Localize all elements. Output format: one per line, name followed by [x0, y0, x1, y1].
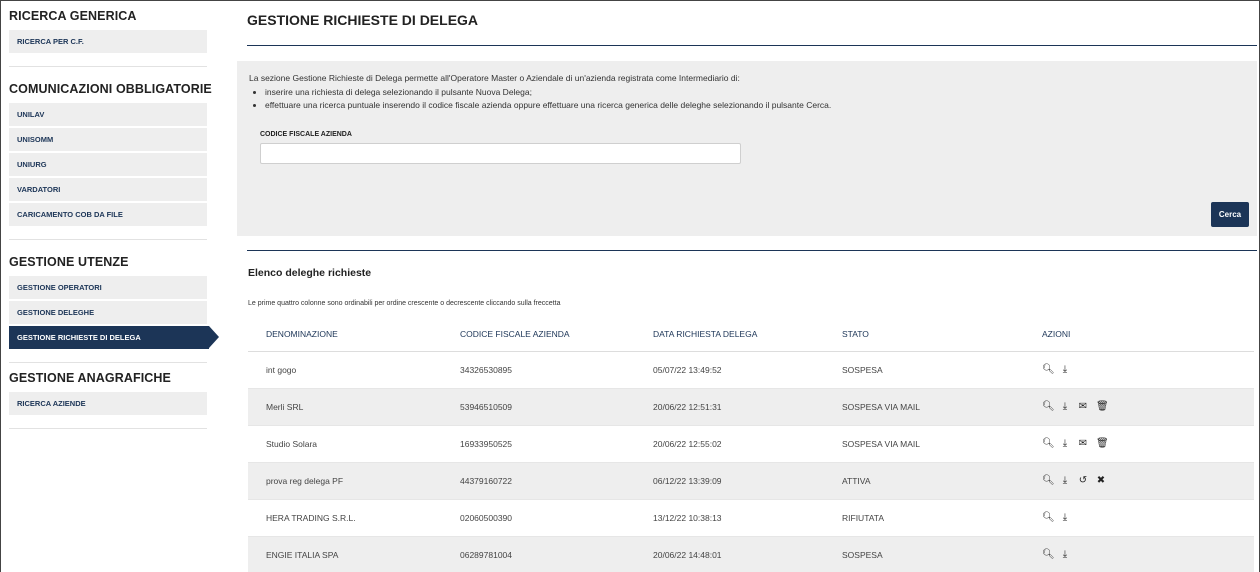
cell-data-richiesta: 20/06/22 12:51:31 [653, 402, 722, 412]
table-row: Studio Solara 16933950525 20/06/22 12:55:0… [248, 426, 1254, 463]
list-note: Le prime quattro colonne sono ordinabili… [248, 300, 561, 307]
cell-stato: SOSPESA [842, 365, 883, 375]
table-header: DENOMINAZIONE CODICE FISCALE AZIENDA DAT… [248, 317, 1254, 352]
cell-data-richiesta: 20/06/22 14:48:01 [653, 550, 722, 560]
sidebar-item-gestione-operatori[interactable]: GESTIONE OPERATORI [9, 276, 207, 299]
codice-fiscale-input[interactable] [260, 143, 741, 164]
cell-azioni: 🔍︎ ⤓ ↺ ✖︎ [1042, 476, 1106, 486]
cell-denominazione: int gogo [266, 365, 297, 375]
cell-codice-fiscale: 16933950525 [460, 439, 513, 449]
search-icon[interactable]: 🔍︎ [1042, 476, 1055, 486]
search-icon[interactable]: 🔍︎ [1042, 365, 1055, 375]
sidebar-item-ricerca-cf[interactable]: RICERCA PER C.F. [9, 30, 207, 53]
divider [9, 239, 207, 240]
download-icon[interactable]: ⤓ [1060, 550, 1070, 560]
cell-stato: SOSPESA VIA MAIL [842, 402, 920, 412]
table-body: int gogo 34326530895 05/07/22 13:49:52 SOSP… [248, 352, 1254, 572]
close-icon[interactable]: ✖︎ [1096, 476, 1106, 486]
cell-denominazione: ENGIE ITALIA SPA [266, 550, 339, 560]
sidebar: RICERCA GENERICA RICERCA PER C.F. COMUNI… [9, 9, 219, 429]
sidebar-item-caricamento-cob[interactable]: CARICAMENTO COB DA FILE [9, 203, 207, 226]
cell-data-richiesta: 06/12/22 13:39:09 [653, 476, 722, 486]
sidebar-item-vardatori[interactable]: VARDATORI [9, 178, 207, 201]
sidebar-item-unisomm[interactable]: UNISOMM [9, 128, 207, 151]
info-bullet: effettuare una ricerca puntuale inserend… [265, 100, 831, 110]
search-icon[interactable]: 🔍︎ [1042, 550, 1055, 560]
table-row: prova reg delega PF 44379160722 06/12/22 1… [248, 463, 1254, 500]
cell-azioni: 🔍︎ ⤓ [1042, 513, 1070, 523]
search-button[interactable]: Cerca [1211, 202, 1249, 227]
search-icon[interactable]: 🔍︎ [1042, 402, 1055, 412]
search-icon[interactable]: 🔍︎ [1042, 513, 1055, 523]
cell-denominazione: Studio Solara [266, 439, 318, 449]
cell-data-richiesta: 13/12/22 10:38:13 [653, 513, 722, 523]
search-icon[interactable]: 🔍︎ [1042, 439, 1055, 449]
cell-denominazione: HERA TRADING S.R.L. [266, 513, 356, 523]
page-title: GESTIONE RICHIESTE DI DELEGA [247, 12, 479, 28]
cell-stato: RIFIUTATA [842, 513, 885, 523]
column-header-stato[interactable]: STATO [842, 329, 869, 339]
divider [9, 428, 207, 429]
trash-icon[interactable]: 🗑︎ [1096, 439, 1109, 449]
download-icon[interactable]: ⤓ [1060, 476, 1070, 486]
cell-azioni: 🔍︎ ⤓ [1042, 550, 1070, 560]
info-text: La sezione Gestione Richieste di Delega … [249, 73, 740, 83]
divider [247, 45, 1257, 46]
cell-denominazione: prova reg delega PF [266, 476, 344, 486]
sidebar-item-unilav[interactable]: UNILAV [9, 103, 207, 126]
table-row: int gogo 34326530895 05/07/22 13:49:52 SOSP… [248, 352, 1254, 389]
sidebar-section-title: GESTIONE ANAGRAFICHE [9, 371, 171, 385]
cell-stato: SOSPESA [842, 550, 883, 560]
divider [9, 66, 207, 67]
mail-icon[interactable]: ✉︎ [1078, 402, 1088, 412]
sidebar-section-title: GESTIONE UTENZE [9, 255, 129, 269]
cell-azioni: 🔍︎ ⤓ [1042, 365, 1070, 375]
delegations-table: DENOMINAZIONE CODICE FISCALE AZIENDA DAT… [248, 317, 1254, 572]
sidebar-section-title: COMUNICAZIONI OBBLIGATORIE [9, 82, 212, 96]
field-label: CODICE FISCALE AZIENDA [260, 131, 352, 138]
table-row: ENGIE ITALIA SPA 06289781004 20/06/22 14:4… [248, 537, 1254, 572]
cell-codice-fiscale: 34326530895 [460, 365, 513, 375]
trash-icon[interactable]: 🗑︎ [1096, 402, 1109, 412]
divider [9, 362, 207, 363]
table-row: Merli SRL 53946510509 20/06/22 12:51:31 SOS… [248, 389, 1254, 426]
column-header-denominazione[interactable]: DENOMINAZIONE [266, 329, 338, 339]
download-icon[interactable]: ⤓ [1060, 513, 1070, 523]
cell-data-richiesta: 05/07/22 13:49:52 [653, 365, 722, 375]
list-title: Elenco deleghe richieste [248, 267, 372, 279]
info-bullet: inserire una richiesta di delega selezio… [265, 87, 831, 97]
table-row: HERA TRADING S.R.L. 02060500390 13/12/22 1… [248, 500, 1254, 537]
cell-denominazione: Merli SRL [266, 402, 304, 412]
sidebar-item-ricerca-aziende[interactable]: RICERCA AZIENDE [9, 392, 207, 415]
cell-codice-fiscale: 06289781004 [460, 550, 513, 560]
sidebar-item-uniurg[interactable]: UNIURG [9, 153, 207, 176]
cell-data-richiesta: 20/06/22 12:55:02 [653, 439, 722, 449]
cell-codice-fiscale: 44379160722 [460, 476, 513, 486]
sidebar-item-gestione-deleghe[interactable]: GESTIONE DELEGHE [9, 301, 207, 324]
cell-azioni: 🔍︎ ⤓ ✉︎ 🗑︎ [1042, 439, 1109, 449]
column-header-azioni: AZIONI [1042, 329, 1071, 339]
revoke-icon[interactable]: ↺ [1078, 476, 1088, 486]
cell-stato: ATTIVA [842, 476, 871, 486]
cell-azioni: 🔍︎ ⤓ ✉︎ 🗑︎ [1042, 402, 1109, 412]
cell-codice-fiscale: 53946510509 [460, 402, 513, 412]
cell-codice-fiscale: 02060500390 [460, 513, 513, 523]
app-frame: RICERCA GENERICA RICERCA PER C.F. COMUNI… [0, 0, 1260, 572]
column-header-data-richiesta[interactable]: DATA RICHIESTA DELEGA [653, 329, 757, 339]
download-icon[interactable]: ⤓ [1060, 439, 1070, 449]
info-list: inserire una richiesta di delega selezio… [265, 87, 831, 113]
sidebar-section-title: RICERCA GENERICA [9, 9, 137, 23]
cell-stato: SOSPESA VIA MAIL [842, 439, 920, 449]
download-icon[interactable]: ⤓ [1060, 402, 1070, 412]
divider [247, 250, 1257, 251]
column-header-codice-fiscale[interactable]: CODICE FISCALE AZIENDA [460, 329, 570, 339]
sidebar-item-gestione-richieste-delega[interactable]: GESTIONE RICHIESTE DI DELEGA [9, 326, 219, 349]
mail-icon[interactable]: ✉︎ [1078, 439, 1088, 449]
search-panel: La sezione Gestione Richieste di Delega … [237, 61, 1257, 236]
download-icon[interactable]: ⤓ [1060, 365, 1070, 375]
